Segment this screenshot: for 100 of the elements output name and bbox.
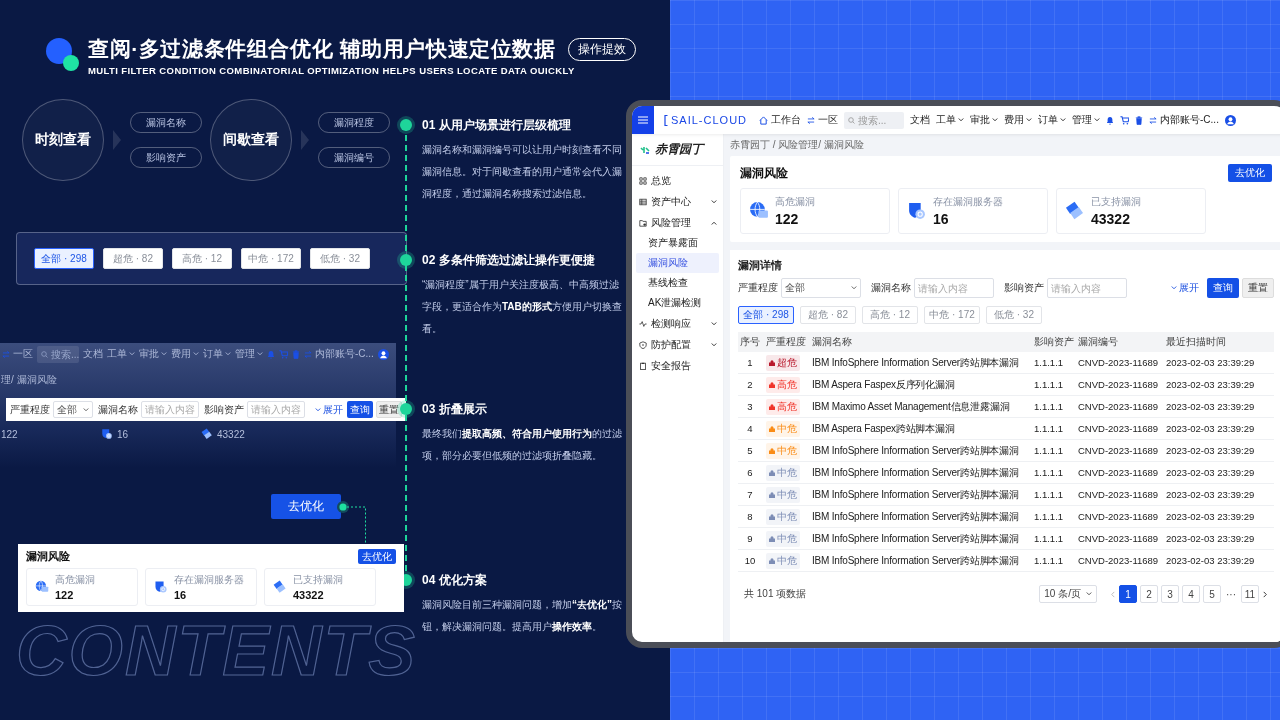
input-field[interactable]: 请输入内容 [141,401,199,418]
trash-icon[interactable] [1135,115,1144,125]
next-icon[interactable] [1262,590,1268,598]
caret-icon [225,352,231,356]
input-field[interactable]: 请输入内容 [247,401,305,418]
page-button[interactable]: 5 [1203,585,1221,603]
cart-icon[interactable] [1120,115,1130,125]
table-cell-text: IBM InfoSphere Information Server跨站脚本漏洞 [811,553,1020,568]
reset-button[interactable]: 重置 [376,401,402,418]
filter-tab[interactable]: 中危 · 172 [241,248,301,269]
home-icon [759,115,769,125]
filter-tab[interactable]: 超危 · 82 [800,306,856,324]
step-text: 漏洞名称和漏洞编号可以让用户时刻查看不同漏洞信息。对于间歇查看的用户通常会代入漏洞程度，通过漏洞名称搜索过滤信息。 [422,143,623,201]
table-cell-text: IBM InfoSphere Information Server跨站脚本漏洞 [811,487,1020,502]
sidebar-subitem[interactable]: 资产暴露面 [636,233,719,253]
table-cell-text: 2023-02-03 23:39:29 [1165,489,1256,500]
sidebar-item[interactable]: 安全报告 [632,355,723,376]
nav-menu[interactable]: 订单 [1038,113,1067,127]
reset-button[interactable]: 重置 [1242,278,1274,298]
swap-icon [807,116,816,124]
panel-title: 漏洞风险 [740,164,788,182]
search-icon [848,116,856,124]
bell-icon[interactable] [1106,115,1115,125]
filter-tab[interactable]: 中危 · 172 [924,306,980,324]
select-field[interactable]: 全部 [781,278,861,298]
input-field[interactable]: 请输入内容 [914,278,994,298]
filter-tab[interactable]: 全部 · 298 [738,306,794,324]
table-cell-text: 2 [746,379,754,390]
nav-menu[interactable]: 费用 [1004,113,1033,127]
caret-icon [992,118,999,122]
avatar-icon[interactable] [377,348,389,360]
page-button[interactable]: 11 [1241,585,1259,603]
page-button[interactable]: 3 [1161,585,1179,603]
region-link[interactable]: 一区 [807,113,839,127]
nav-menu[interactable]: 审批 [970,113,999,127]
sidebar-item[interactable]: 总览 [632,170,723,191]
optimize-button[interactable]: 去优化 [1228,164,1272,182]
sidebar-item[interactable]: 风险管理 [632,212,723,233]
clipboard-icon [639,361,647,370]
nav-menu[interactable]: 工单 [936,113,965,127]
page-button[interactable]: 4 [1182,585,1200,603]
table-cell-text: 1.1.1.1 [1033,401,1065,412]
sidebar-item[interactable]: 资产中心 [632,191,723,212]
sidebar-subitem[interactable]: 基线检查 [636,273,719,293]
column-header: 最近扫描时间 [1165,335,1227,349]
sidebar-subitem[interactable]: 漏洞风险 [636,253,719,273]
optimize-button[interactable]: 去优化 [358,549,396,564]
table-cell-text: 6 [746,467,754,478]
bracket-icon [664,114,668,126]
step-text: 最终我们提取高频、符合用户使用行为的过滤项，部分必要但低频的过滤项折叠隐藏。 [422,427,623,463]
region-link[interactable]: 一区 [2,347,33,361]
page-button[interactable]: 1 [1119,585,1137,603]
workbench-link[interactable]: 工作台 [759,113,802,127]
expand-link[interactable]: 展开 [1171,281,1199,295]
caret-icon [193,352,199,356]
nav-menu[interactable]: 订单 [203,347,231,361]
caret-icon [83,407,89,412]
nav-menu[interactable]: 费用 [171,347,199,361]
page-size-select[interactable]: 10 条/页 [1039,585,1097,603]
filter-tab[interactable]: 超危 · 82 [103,248,163,269]
nav-menu[interactable]: 文档 [83,347,103,361]
table-cell-text: CNVD-2023-11689 [1077,555,1160,566]
caret-icon [958,118,965,122]
nav-menu[interactable]: 审批 [139,347,167,361]
table-cell-text: 1.1.1.1 [1033,555,1065,566]
filter-tab[interactable]: 全部 · 298 [34,248,94,269]
input-field[interactable]: 请输入内容 [1047,278,1127,298]
search-field[interactable]: 搜索... [844,111,905,129]
total-count: 共 101 项数据 [744,587,807,601]
menu-icon [638,116,648,124]
expand-link[interactable]: 展开 [315,402,343,417]
shield-icon [907,201,927,221]
filter-tab[interactable]: 低危 · 32 [986,306,1042,324]
filter-tab[interactable]: 低危 · 32 [310,248,370,269]
optimize-button[interactable]: 去优化 [271,494,341,519]
search-button[interactable]: 查询 [1207,278,1239,298]
sidebar-item[interactable]: 防护配置 [632,334,723,355]
select-field[interactable]: 全部 [53,401,93,418]
account-link[interactable]: 内部账号-C... [304,347,374,361]
search-button[interactable]: 查询 [347,401,373,418]
avatar-icon[interactable] [1224,114,1236,126]
menu-button[interactable] [632,106,654,134]
sidebar-item[interactable]: 检测响应 [632,313,723,334]
stat-label: 高危漏洞 [55,573,95,587]
stat-value: 122 [55,589,75,601]
step-title: 04 优化方案 [422,573,488,587]
column-header: 严重程度 [765,335,807,349]
severity-label: 中危 [777,531,797,546]
table-cell-text: 4 [746,423,754,434]
nav-menu[interactable]: 管理 [235,347,263,361]
stat-value: 16 [933,211,950,227]
nav-menu[interactable]: 工单 [107,347,135,361]
table-cell-text: 1.1.1.1 [1033,423,1065,434]
nav-menu[interactable]: 管理 [1072,113,1101,127]
stat-label: 存在漏洞服务器 [933,195,1003,209]
table-cell-text: IBM InfoSphere Information Server跨站脚本漏洞 [811,531,1020,546]
account-link[interactable]: 内部账号-C... [1149,113,1219,127]
sidebar-subitem[interactable]: AK泄漏检测 [636,293,719,313]
nav-menu[interactable]: 文档 [910,113,931,127]
page-button[interactable]: 2 [1140,585,1158,603]
